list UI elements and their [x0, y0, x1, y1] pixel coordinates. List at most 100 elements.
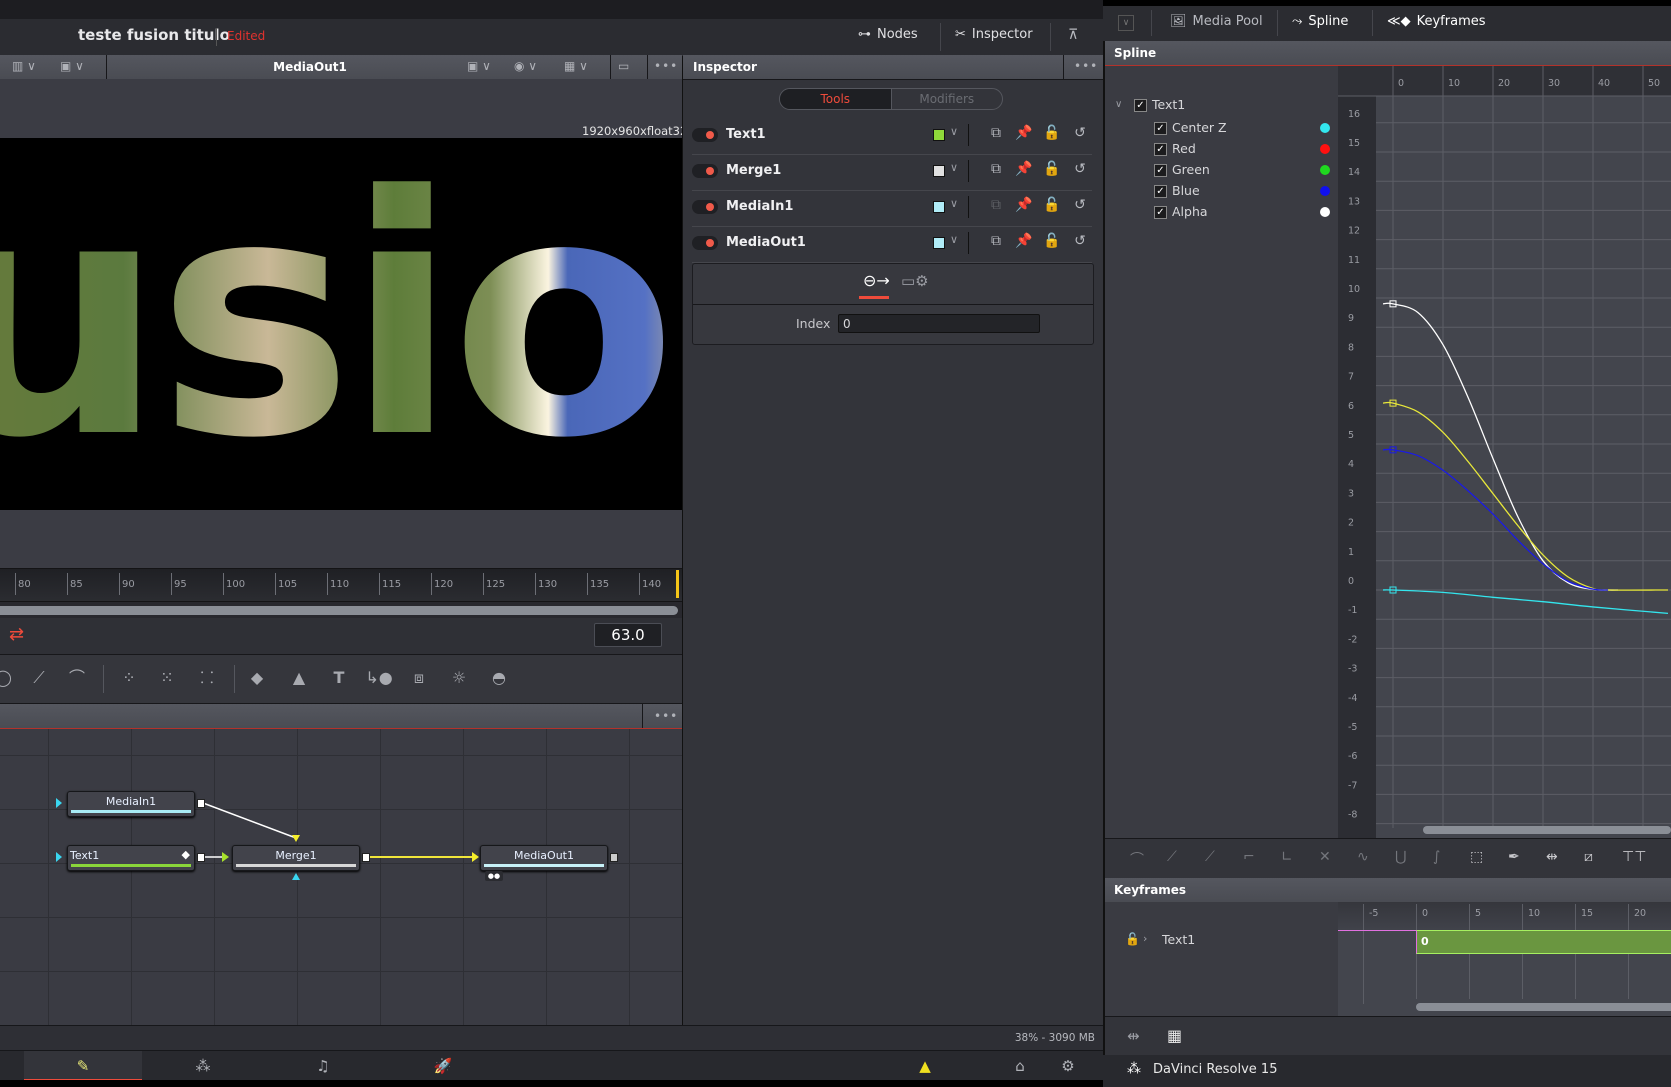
keyframe-range-bar[interactable]: 0 [1416, 930, 1671, 954]
polygon-tool-icon[interactable]: ⟋ [22, 663, 56, 693]
color-page-icon[interactable]: ⁂ [144, 1051, 262, 1081]
node-text1[interactable]: Text1 ◆ [67, 845, 195, 871]
pin-icon[interactable]: 📌 [1014, 233, 1034, 249]
time-ruler[interactable]: 80 85 90 95 100 105 110 115 120 125 130 135 140 [0, 568, 682, 602]
reverse-icon[interactable]: ✕ [1319, 849, 1331, 865]
inspector-tool-row[interactable]: MediaOut1 ∨ ⧉ 📌 🔓 ↺ [692, 227, 1092, 263]
deliver-page-icon[interactable]: 🚀 [384, 1051, 502, 1081]
warning-icon[interactable]: ▲ [910, 1051, 940, 1081]
mediaout-output-port[interactable] [610, 853, 618, 862]
merge-foreground-port[interactable] [292, 835, 300, 842]
lock-icon[interactable]: 🔓 [1125, 932, 1140, 946]
node-mediaout1[interactable]: MediaOut1 [480, 845, 608, 871]
tab-modifiers[interactable]: Modifiers [892, 89, 1003, 109]
merge-mask-port[interactable] [292, 873, 300, 880]
version-icon[interactable]: ⧉ [986, 197, 1006, 213]
ellipse-tool-icon[interactable]: ◯ [0, 663, 20, 693]
channel-checkbox[interactable]: ✓ [1154, 122, 1167, 135]
roi-icon[interactable]: ▣ ∨ [467, 59, 491, 73]
chevron-down-icon[interactable]: ∨ [950, 125, 958, 138]
channel-checkbox[interactable]: ✓ [1154, 143, 1167, 156]
inspector-button[interactable]: ✂ Inspector [955, 27, 1033, 42]
mediain-input-port[interactable] [56, 798, 62, 808]
camera-3d-icon[interactable]: ⧈ [402, 663, 436, 693]
tool-color-swatch[interactable] [933, 201, 945, 213]
fullscreen-icon[interactable]: ▭ [618, 59, 629, 73]
inspector-tool-row[interactable]: MediaIn1 ∨ ⧉ 📌 🔓 ↺ [692, 191, 1092, 227]
tool-color-swatch[interactable] [933, 165, 945, 177]
fairlight-page-icon[interactable]: ♫ [264, 1051, 382, 1081]
step-in-icon[interactable]: ⌐ [1243, 849, 1255, 865]
version-icon[interactable]: ⧉ [986, 125, 1006, 141]
tool-enable-toggle[interactable] [692, 236, 718, 250]
particle-field-icon[interactable]: ⸬ [190, 663, 224, 693]
add-point-icon[interactable]: ✒ [1508, 849, 1520, 865]
mediaout-input-port[interactable] [472, 852, 479, 862]
time-stretch-icon[interactable]: ⇹ [1546, 849, 1558, 865]
playhead[interactable] [676, 570, 679, 598]
merge-output-port[interactable] [362, 853, 370, 862]
lock-icon[interactable]: 🔓 [1042, 233, 1062, 249]
channel-checkbox[interactable]: ✓ [1154, 185, 1167, 198]
tool-enable-toggle[interactable] [692, 128, 718, 142]
bspline-tool-icon[interactable]: ⌒ [60, 663, 94, 693]
shape-box-icon[interactable]: ⧄ [1584, 849, 1593, 865]
spreadsheet-icon[interactable]: ▦ [1167, 1026, 1182, 1045]
tool-enable-toggle[interactable] [692, 200, 718, 214]
ping-pong-icon[interactable]: ∿ [1357, 849, 1369, 865]
spline-graph[interactable]: 0 10 20 30 40 50 16 15 14 13 12 11 10 9 8 7 6 5 4 3 2 1 0 -1 -2-… [1338, 66, 1671, 838]
show-key-markers-icon[interactable]: ⊤⊤ [1622, 849, 1646, 865]
text-3d-icon[interactable]: T [322, 663, 356, 693]
loop-icon[interactable]: ⇄ [9, 624, 24, 645]
chevron-down-icon[interactable]: ∨ [950, 197, 958, 210]
spline-curve-green[interactable] [1382, 401, 1669, 591]
spline-curve-alpha[interactable] [1382, 302, 1619, 591]
channel-checkbox[interactable]: ✓ [1154, 206, 1167, 219]
version-icon[interactable]: ⧉ [986, 161, 1006, 177]
text-input-port[interactable] [56, 852, 62, 862]
home-icon[interactable]: ⌂ [1005, 1051, 1035, 1081]
inspector-tool-row[interactable]: Text1 ∨ ⧉ 📌 🔓 ↺ [692, 119, 1092, 155]
node-mediain1[interactable]: MediaIn1 [67, 791, 195, 817]
mediaout-tab-icon[interactable]: ⊖→ [863, 271, 890, 290]
spline-graph-svg[interactable]: 0 10 20 30 40 50161514131211109876543210-1-2-… [1338, 66, 1671, 838]
pin-icon[interactable]: 📌 [1014, 161, 1034, 177]
pin-icon[interactable]: 📌 [1014, 125, 1034, 141]
lock-icon[interactable]: 🔓 [1042, 125, 1062, 141]
spline-curve-blue[interactable] [1382, 448, 1609, 591]
viewer-indicator-icon[interactable]: ●● [485, 871, 503, 881]
mediain-output-port[interactable] [197, 799, 205, 808]
smooth-icon[interactable]: ⌒ [1130, 849, 1144, 869]
time-stretch-icon[interactable]: ⇹ [1127, 1027, 1140, 1045]
index-input[interactable]: 0 [838, 314, 1040, 333]
inspector-more-icon[interactable]: ••• [1074, 59, 1098, 73]
reset-icon[interactable]: ↺ [1070, 125, 1090, 141]
spline-button[interactable]: ⤳ Spline [1292, 14, 1348, 29]
node-merge1[interactable]: Merge1 [232, 845, 360, 871]
collapse-dropdown-icon[interactable]: ∨ [1118, 15, 1134, 31]
expand-chevron-icon[interactable]: ∨ [1115, 99, 1122, 110]
settings-gear-icon[interactable]: ⚙ [1053, 1051, 1083, 1081]
image-plane-3d-icon[interactable]: ◆ [240, 663, 274, 693]
renderer-3d-icon[interactable]: ◓ [482, 663, 516, 693]
merge-3d-icon[interactable]: ↳● [362, 663, 396, 693]
nodes-button[interactable]: ⊶ Nodes [858, 27, 918, 42]
color-channels-icon[interactable]: ◉ ∨ [514, 59, 537, 73]
chevron-down-icon[interactable]: ∨ [950, 233, 958, 246]
tool-color-swatch[interactable] [933, 129, 945, 141]
viewer-image[interactable]: usion [0, 138, 682, 510]
loop-spline-icon[interactable]: ⋃ [1395, 849, 1406, 865]
node-editor[interactable]: MediaIn1 Text1 ◆ Merge1 MediaOut1 ●● [0, 729, 682, 1025]
relative-loop-icon[interactable]: ∫ [1433, 849, 1440, 865]
reset-icon[interactable]: ↺ [1070, 197, 1090, 213]
tab-tools[interactable]: Tools [780, 89, 892, 109]
grid-icon[interactable]: ▦ ∨ [564, 59, 588, 73]
fusion-page-icon[interactable]: ✎ [24, 1051, 142, 1081]
text-output-port[interactable] [197, 853, 205, 862]
shape-3d-icon[interactable]: ▲ [282, 663, 316, 693]
pin-icon[interactable]: 📌 [1014, 197, 1034, 213]
expand-chevron-icon[interactable]: › [1143, 932, 1147, 945]
keyframes-button[interactable]: ≪◆ Keyframes [1387, 14, 1486, 29]
settings-tab-icon[interactable]: ▭⚙ [901, 272, 929, 290]
timeline-scrollbar[interactable] [0, 606, 678, 615]
